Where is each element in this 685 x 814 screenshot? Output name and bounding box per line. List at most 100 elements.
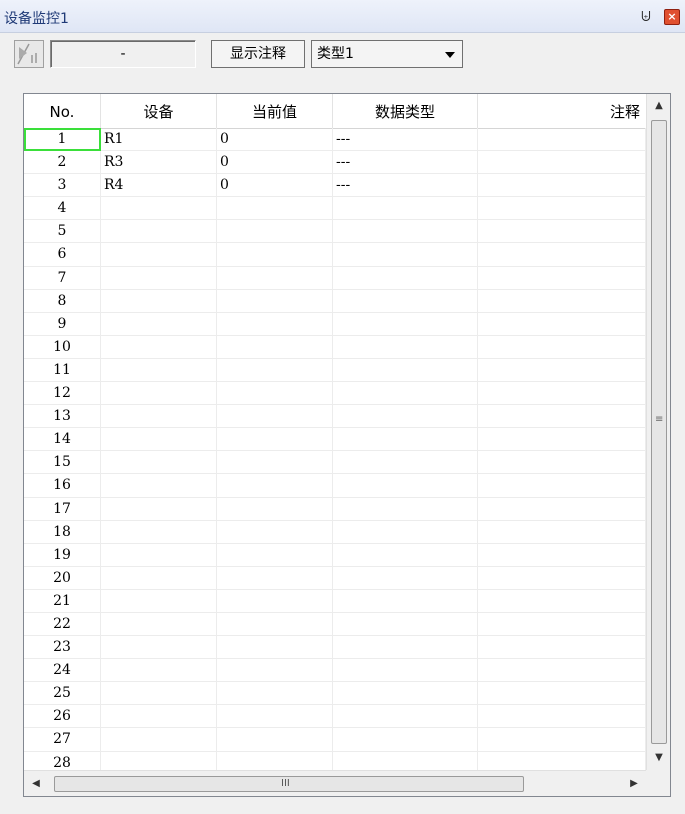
cell-device[interactable] xyxy=(101,243,217,267)
cell-data-type[interactable] xyxy=(333,451,478,475)
cell-comment[interactable] xyxy=(478,566,646,590)
cell-current-value[interactable] xyxy=(217,335,333,359)
cell-device[interactable] xyxy=(101,312,217,336)
cell-comment[interactable] xyxy=(478,243,646,267)
cell-current-value[interactable] xyxy=(217,682,333,706)
table-row[interactable]: 22 xyxy=(24,612,646,637)
cell-comment[interactable] xyxy=(478,289,646,313)
cell-current-value[interactable] xyxy=(217,382,333,406)
cell-no[interactable]: 21 xyxy=(24,589,101,613)
table-row[interactable]: 1 R1 0 --- xyxy=(24,128,646,152)
cell-device[interactable] xyxy=(101,197,217,221)
table-row[interactable]: 25 xyxy=(24,682,646,706)
cell-comment[interactable] xyxy=(478,705,646,729)
cell-no[interactable]: 10 xyxy=(24,335,101,359)
cell-data-type[interactable] xyxy=(333,705,478,729)
table-row[interactable]: 7 xyxy=(24,266,646,290)
column-header-current-value[interactable]: 当前值 xyxy=(217,94,333,128)
cell-comment[interactable] xyxy=(478,520,646,544)
column-header-data-type[interactable]: 数据类型 xyxy=(333,94,478,128)
cell-no[interactable]: 15 xyxy=(24,451,101,475)
cell-data-type[interactable] xyxy=(333,636,478,660)
cell-device[interactable] xyxy=(101,612,217,637)
cell-no[interactable]: 6 xyxy=(24,243,101,267)
cell-current-value[interactable]: 0 xyxy=(217,128,333,152)
table-row[interactable]: 27 xyxy=(24,728,646,752)
cell-comment[interactable] xyxy=(478,197,646,221)
show-comment-button[interactable]: 显示注释 xyxy=(211,40,305,68)
table-row[interactable]: 13 xyxy=(24,405,646,429)
table-row[interactable]: 3 R4 0 --- xyxy=(24,174,646,198)
cell-no[interactable]: 13 xyxy=(24,405,101,429)
cell-device[interactable] xyxy=(101,289,217,313)
cell-current-value[interactable] xyxy=(217,612,333,637)
cell-no[interactable]: 12 xyxy=(24,382,101,406)
cell-data-type[interactable] xyxy=(333,335,478,359)
cell-device[interactable] xyxy=(101,428,217,452)
cell-current-value[interactable] xyxy=(217,220,333,244)
cell-current-value[interactable] xyxy=(217,705,333,729)
column-header-device[interactable]: 设备 xyxy=(101,94,217,128)
monitor-toggle-button[interactable] xyxy=(14,40,44,68)
cell-data-type[interactable] xyxy=(333,474,478,498)
cell-device[interactable] xyxy=(101,543,217,567)
table-row[interactable]: 15 xyxy=(24,451,646,475)
cell-data-type[interactable] xyxy=(333,497,478,521)
cell-device[interactable]: R3 xyxy=(101,151,217,175)
cell-current-value[interactable] xyxy=(217,589,333,613)
cell-current-value[interactable] xyxy=(217,428,333,452)
cell-data-type[interactable] xyxy=(333,612,478,637)
cell-data-type[interactable] xyxy=(333,405,478,429)
cell-no[interactable]: 1 xyxy=(24,128,101,152)
table-row[interactable]: 14 xyxy=(24,428,646,452)
cell-device[interactable] xyxy=(101,405,217,429)
table-row[interactable]: 23 xyxy=(24,636,646,660)
cell-no[interactable]: 11 xyxy=(24,358,101,383)
column-header-comment[interactable]: 注释 xyxy=(478,94,646,128)
table-row[interactable]: 9 xyxy=(24,312,646,336)
cell-device[interactable] xyxy=(101,358,217,383)
cell-comment[interactable] xyxy=(478,128,646,152)
cell-no[interactable]: 27 xyxy=(24,728,101,752)
cell-device[interactable] xyxy=(101,382,217,406)
cell-device[interactable] xyxy=(101,520,217,544)
cell-comment[interactable] xyxy=(478,636,646,660)
cell-current-value[interactable] xyxy=(217,405,333,429)
cell-comment[interactable] xyxy=(478,358,646,383)
close-icon[interactable]: × xyxy=(664,9,680,25)
cell-data-type[interactable] xyxy=(333,682,478,706)
cell-no[interactable]: 25 xyxy=(24,682,101,706)
cell-data-type[interactable] xyxy=(333,520,478,544)
cell-no[interactable]: 8 xyxy=(24,289,101,313)
cell-comment[interactable] xyxy=(478,612,646,637)
cell-comment[interactable] xyxy=(478,451,646,475)
table-row[interactable]: 19 xyxy=(24,543,646,567)
cell-current-value[interactable] xyxy=(217,243,333,267)
cell-comment[interactable] xyxy=(478,382,646,406)
cell-data-type[interactable] xyxy=(333,289,478,313)
cell-current-value[interactable] xyxy=(217,728,333,752)
cell-no[interactable]: 3 xyxy=(24,174,101,198)
table-row[interactable]: 16 xyxy=(24,474,646,498)
cell-data-type[interactable] xyxy=(333,566,478,590)
table-row[interactable]: 10 xyxy=(24,335,646,359)
current-value-field[interactable]: - xyxy=(50,40,196,68)
cell-comment[interactable] xyxy=(478,266,646,290)
table-row[interactable]: 20 xyxy=(24,566,646,590)
type-select[interactable]: 类型1 xyxy=(311,40,463,68)
cell-comment[interactable] xyxy=(478,312,646,336)
cell-device[interactable] xyxy=(101,497,217,521)
table-row[interactable]: 6 xyxy=(24,243,646,267)
cell-device[interactable] xyxy=(101,636,217,660)
cell-current-value[interactable] xyxy=(217,266,333,290)
scroll-up-icon[interactable]: ▲ xyxy=(647,94,670,118)
cell-comment[interactable] xyxy=(478,151,646,175)
cell-device[interactable] xyxy=(101,335,217,359)
table-row[interactable]: 11 xyxy=(24,358,646,383)
cell-data-type[interactable] xyxy=(333,428,478,452)
table-row[interactable]: 12 xyxy=(24,382,646,406)
cell-no[interactable]: 24 xyxy=(24,659,101,683)
cell-data-type[interactable] xyxy=(333,659,478,683)
cell-no[interactable]: 20 xyxy=(24,566,101,590)
cell-current-value[interactable] xyxy=(217,659,333,683)
